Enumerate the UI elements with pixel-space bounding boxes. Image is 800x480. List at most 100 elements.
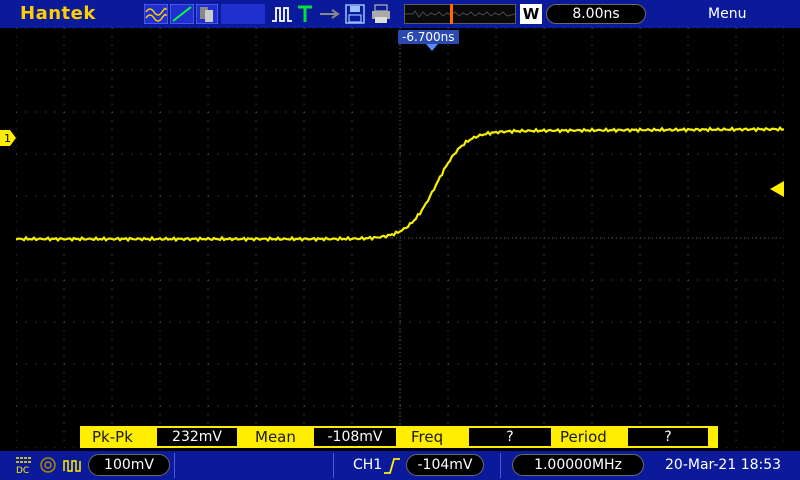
grid-dot — [246, 279, 248, 281]
grid-dot — [255, 128, 257, 130]
grid-dot — [342, 27, 344, 29]
grid-dot — [83, 69, 85, 71]
grid-dot — [63, 179, 65, 181]
grid-dot — [361, 279, 363, 281]
grid-dot — [255, 389, 257, 391]
grid-dot — [505, 111, 507, 113]
grid-dot — [534, 321, 536, 323]
grid-dot — [447, 313, 449, 315]
grid-dot — [399, 422, 401, 424]
invert-icon[interactable] — [62, 455, 84, 475]
grid-dot — [495, 187, 497, 189]
grid-dot — [419, 153, 421, 155]
grid-dot — [275, 111, 277, 113]
grid-dot — [774, 153, 776, 155]
grid-dot — [361, 27, 363, 29]
grid-dot — [620, 279, 622, 281]
memory-mode-badge[interactable]: W — [520, 4, 542, 24]
grid-dot — [227, 69, 229, 71]
bandwidth-limit-icon[interactable] — [38, 455, 58, 475]
grid-dot — [688, 111, 689, 113]
timebase-readout[interactable]: 8.00ns — [546, 4, 646, 24]
grid-dot — [351, 53, 353, 55]
save-icon[interactable] — [344, 4, 366, 24]
grid-dot — [390, 405, 392, 407]
grid-dot — [687, 414, 689, 416]
grid-dot — [351, 95, 353, 97]
grid-dot — [543, 305, 545, 307]
run-stop-icon[interactable] — [270, 4, 294, 24]
grid-dot — [159, 296, 161, 298]
grid-dot — [207, 120, 209, 122]
grid-dot — [735, 380, 737, 382]
grid-dot — [495, 221, 497, 223]
grid-dot — [447, 137, 449, 139]
grid-dot — [649, 405, 651, 407]
grid-dot — [591, 305, 593, 307]
grid-dot — [35, 279, 37, 281]
grid-dot — [447, 61, 449, 63]
trigger-icon[interactable] — [296, 4, 314, 24]
grid-dot — [553, 195, 555, 197]
grid-dot — [352, 405, 353, 407]
grid-dot — [236, 405, 238, 407]
trigger-level-readout[interactable]: -104mV — [406, 454, 484, 476]
grid-dot — [486, 405, 488, 407]
grid-dot — [102, 69, 104, 71]
grid-dot — [399, 305, 401, 307]
grid-dot — [409, 195, 411, 197]
grid-dot — [591, 254, 593, 256]
grid-dot — [735, 212, 737, 214]
volts-div-readout[interactable]: 100mV — [88, 454, 170, 476]
grid-dot — [351, 330, 353, 332]
memory-depth-bar[interactable] — [404, 4, 516, 24]
grid-dot — [63, 103, 65, 105]
waveform-avg-icon[interactable] — [144, 4, 168, 24]
grid-dot — [467, 153, 469, 155]
dots-vectors-icon[interactable] — [170, 4, 194, 24]
rising-edge-icon[interactable] — [382, 456, 402, 476]
grid-dot — [745, 321, 747, 323]
grid-dot — [783, 36, 785, 38]
grid-dot — [246, 69, 248, 71]
grid-dot — [495, 422, 497, 424]
grid-dot — [735, 296, 737, 298]
grid-dot — [543, 380, 545, 382]
dc-coupling-icon[interactable]: DC — [14, 455, 34, 475]
grid-dot — [54, 279, 56, 281]
grid-dot — [764, 69, 766, 71]
grid-dot — [735, 271, 737, 273]
grid-dot — [688, 279, 689, 281]
grid-dot — [256, 195, 257, 197]
grid-dot — [495, 372, 497, 374]
grid-dot — [169, 27, 171, 29]
grid-dot — [217, 195, 219, 197]
trigger-position-arrow-icon[interactable] — [426, 44, 438, 52]
grid-dot — [284, 111, 286, 113]
memory-position-marker[interactable] — [450, 4, 453, 24]
grid-dot — [678, 321, 680, 323]
persistence-icon[interactable] — [196, 4, 218, 24]
grid-dot — [303, 53, 305, 55]
grid-dot — [207, 221, 209, 223]
grid-dot — [543, 296, 545, 298]
usb-icon[interactable] — [318, 4, 340, 24]
grid-dot — [131, 405, 133, 407]
printer-icon[interactable] — [370, 4, 392, 24]
grid-dot — [227, 111, 229, 113]
grid-dot — [591, 103, 593, 105]
trigger-source[interactable]: CH1 — [353, 457, 382, 473]
grid-dot — [783, 204, 785, 206]
waveform-display[interactable] — [15, 27, 785, 449]
grid-dot — [591, 53, 593, 55]
grid-dot — [169, 195, 171, 197]
grid-dot — [159, 271, 161, 273]
grid-dot — [438, 111, 440, 113]
grid-dot — [236, 321, 238, 323]
grid-dot — [678, 111, 680, 113]
grid-dot — [448, 69, 449, 71]
menu-button[interactable]: Menu — [708, 6, 746, 22]
ch1-marker-icon[interactable]: 1 — [0, 130, 16, 146]
grid-dot — [774, 237, 776, 239]
trigger-level-arrow-icon[interactable] — [770, 181, 784, 197]
